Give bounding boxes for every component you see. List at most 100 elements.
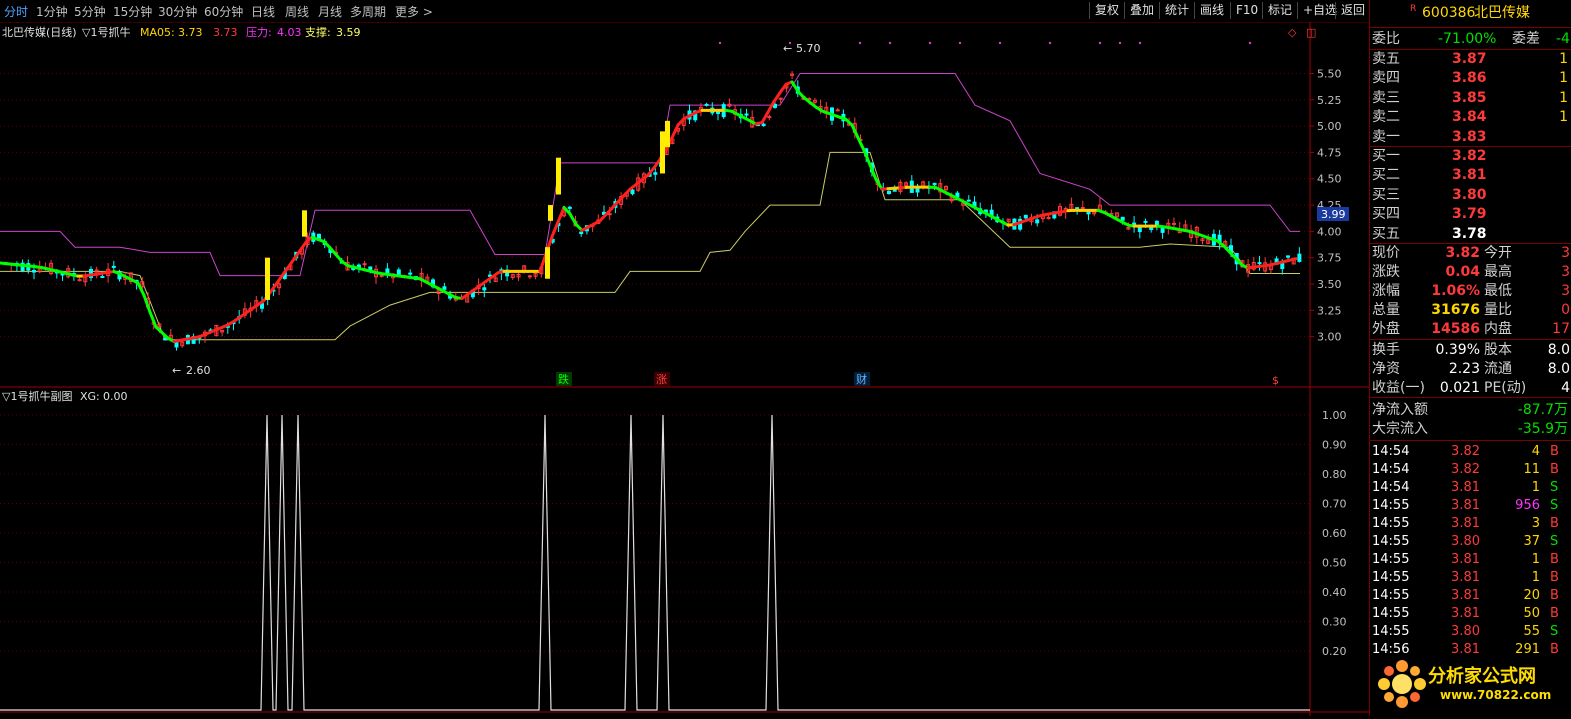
support-label: 支撑: xyxy=(305,25,331,39)
bid-row[interactable]: 买一3.82 xyxy=(1370,147,1571,165)
stat-row: 外盘14586内盘17 xyxy=(1370,320,1571,338)
candle[interactable] xyxy=(1252,257,1255,271)
tick-row[interactable]: 14:553.81956S xyxy=(1370,497,1571,515)
candle[interactable] xyxy=(443,283,446,290)
candle[interactable] xyxy=(221,330,224,336)
candle[interactable] xyxy=(61,273,64,280)
tick-row[interactable]: 14:553.8055S xyxy=(1370,623,1571,641)
tick-row[interactable]: 14:563.81291B xyxy=(1370,641,1571,659)
candle[interactable] xyxy=(580,232,583,237)
bid-row[interactable]: 买四3.79 xyxy=(1370,205,1571,223)
candle[interactable] xyxy=(791,71,794,79)
stat2-value: 0.021 xyxy=(1420,379,1480,397)
kline-chart[interactable]: 5.505.255.004.754.504.254.003.753.503.25… xyxy=(0,22,1369,716)
main-y-tick-label: 5.50 xyxy=(1317,67,1342,80)
sub-chart-title[interactable]: ▽1号抓牛副图 xyxy=(2,389,72,403)
tab-15min[interactable]: 15分钟 xyxy=(113,3,152,20)
ma-label: MA05: xyxy=(140,26,175,39)
ask-row[interactable]: 卖二3.841 xyxy=(1370,108,1571,126)
tab-1min[interactable]: 1分钟 xyxy=(36,3,68,20)
tick-row[interactable]: 14:553.811B xyxy=(1370,551,1571,569)
f10-button[interactable]: F10 xyxy=(1230,2,1263,19)
candle[interactable] xyxy=(500,268,503,280)
overlay-button[interactable]: 叠加 xyxy=(1124,2,1159,19)
bid-row[interactable]: 买五3.78 xyxy=(1370,225,1571,243)
tick-row[interactable]: 14:553.811B xyxy=(1370,569,1571,587)
ask-price: 3.83 xyxy=(1452,128,1487,146)
top-marker-dot xyxy=(889,42,891,44)
stats-button[interactable]: 统计 xyxy=(1159,2,1194,19)
candle[interactable] xyxy=(50,260,53,275)
event-marker-dollar[interactable]: $ xyxy=(1272,374,1279,387)
candle[interactable] xyxy=(528,275,531,279)
tab-more[interactable]: 更多 > xyxy=(395,3,433,20)
top-marker-dot xyxy=(959,42,961,44)
candle[interactable] xyxy=(905,181,908,186)
tab-30min[interactable]: 30分钟 xyxy=(158,3,197,20)
tab-daily[interactable]: 日线 xyxy=(251,3,275,20)
high-marker: 5.70 xyxy=(796,42,821,55)
candle[interactable] xyxy=(1298,247,1301,262)
candle[interactable] xyxy=(506,265,509,281)
tick-side: B xyxy=(1550,515,1559,533)
candle[interactable] xyxy=(836,108,839,111)
candle[interactable] xyxy=(1201,238,1204,245)
candle[interactable] xyxy=(705,103,708,107)
tab-monthly[interactable]: 月线 xyxy=(318,3,342,20)
tick-row[interactable]: 14:553.813B xyxy=(1370,515,1571,533)
candle[interactable] xyxy=(1138,226,1141,238)
candle[interactable] xyxy=(825,102,828,119)
indicator-name[interactable]: ▽1号抓牛 xyxy=(82,25,130,39)
tab-weekly[interactable]: 周线 xyxy=(285,3,309,20)
tab-60min[interactable]: 60分钟 xyxy=(204,3,243,20)
candle[interactable] xyxy=(751,110,754,128)
tick-price: 3.81 xyxy=(1440,497,1480,515)
event-marker-cai[interactable]: 财 xyxy=(856,372,867,386)
tab-5min[interactable]: 5分钟 xyxy=(74,3,106,20)
tab-fenshi[interactable]: 分时 xyxy=(4,3,28,20)
bid-row[interactable]: 买三3.80 xyxy=(1370,186,1571,204)
tick-row[interactable]: 14:543.811S xyxy=(1370,479,1571,497)
stock-header: R 600386 北巴传媒 xyxy=(1370,4,1571,24)
sub-y-tick-label: 0.20 xyxy=(1322,645,1347,658)
candle[interactable] xyxy=(1269,260,1272,273)
stat2-value: 2.23 xyxy=(1420,360,1480,378)
tick-row[interactable]: 14:543.8211B xyxy=(1370,461,1571,479)
ask-row[interactable]: 卖一3.83 xyxy=(1370,128,1571,146)
ask-row[interactable]: 卖三3.851 xyxy=(1370,89,1571,107)
mark-button[interactable]: 标记 xyxy=(1262,2,1297,19)
ask-row[interactable]: 卖四3.861 xyxy=(1370,69,1571,87)
restore-rights-button[interactable]: 复权 xyxy=(1089,2,1124,19)
draw-line-button[interactable]: 画线 xyxy=(1194,2,1229,19)
xg-label: XG: xyxy=(80,390,100,403)
candle[interactable] xyxy=(15,261,18,271)
candle[interactable] xyxy=(768,115,771,121)
chart-area[interactable]: 5.505.255.004.754.504.254.003.753.503.25… xyxy=(0,22,1369,716)
tick-row[interactable]: 14:553.8037S xyxy=(1370,533,1571,551)
candle[interactable] xyxy=(1059,203,1062,216)
candle[interactable] xyxy=(1133,216,1136,233)
tick-row[interactable]: 14:553.8120B xyxy=(1370,587,1571,605)
bid-row[interactable]: 买二3.81 xyxy=(1370,166,1571,184)
tab-multi-period[interactable]: 多周期 xyxy=(350,3,386,20)
candle[interactable] xyxy=(910,175,913,193)
window-icon[interactable]: ◫ xyxy=(1306,26,1316,39)
tick-row[interactable]: 14:553.8150B xyxy=(1370,605,1571,623)
event-marker-die[interactable]: 跌 xyxy=(558,372,569,386)
candle[interactable] xyxy=(967,195,970,202)
signal-band xyxy=(265,258,270,300)
stat2-row: 收益(一)0.021PE(动)4 xyxy=(1370,379,1571,397)
candle[interactable] xyxy=(67,265,70,278)
candle[interactable] xyxy=(1098,198,1101,210)
tick-row[interactable]: 14:543.824B xyxy=(1370,443,1571,461)
ask-row[interactable]: 卖五3.871 xyxy=(1370,50,1571,68)
diamond-icon[interactable]: ◇ xyxy=(1288,26,1297,39)
signal-band xyxy=(660,131,665,173)
event-marker-zhang[interactable]: 涨 xyxy=(656,373,667,386)
back-button[interactable]: 返回 xyxy=(1335,2,1370,19)
candle[interactable] xyxy=(888,190,891,194)
candle[interactable] xyxy=(534,273,537,280)
candle[interactable] xyxy=(511,274,514,280)
candle[interactable] xyxy=(375,265,378,284)
tick-price: 3.80 xyxy=(1440,533,1480,551)
